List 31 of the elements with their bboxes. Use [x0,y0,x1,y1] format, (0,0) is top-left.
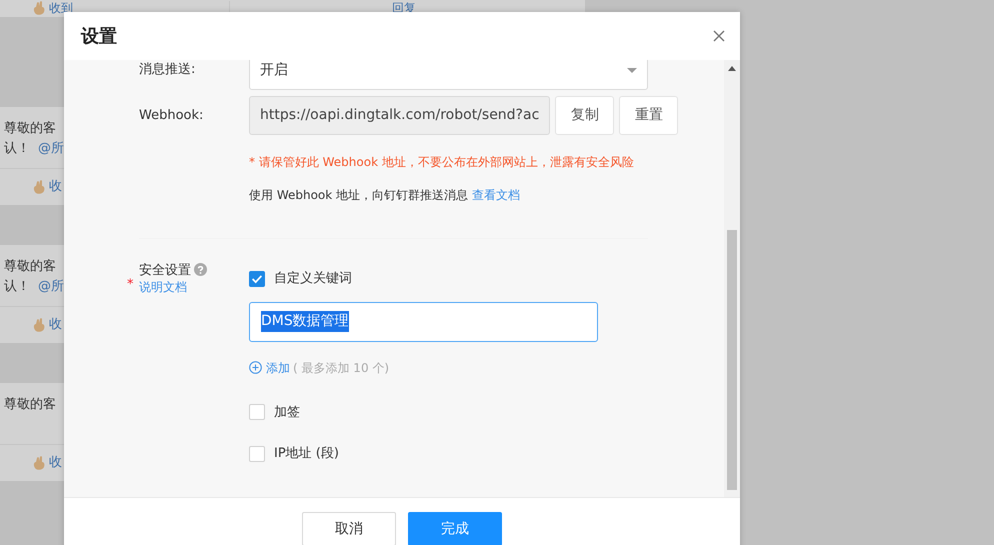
webhook-field[interactable]: https://oapi.dingtalk.com/robot/send?ac [249,96,550,135]
field-label: 安全设置 [139,263,191,278]
reaction-label[interactable]: 收 [49,453,62,473]
select-field[interactable]: 开启 [249,60,648,90]
confirm-button[interactable]: 完成 [408,512,502,545]
message-text: 认！ [4,279,30,294]
hint-text: 使用 Webhook 地址，向钉钉群推送消息 [249,188,468,202]
action-button[interactable]: 复制 [555,96,614,135]
doc-link[interactable]: 说明文档 [139,280,249,292]
checkbox-label: 加签 [274,404,300,422]
add-link[interactable]: 添加 [249,358,290,376]
message-text: 认！ [4,141,30,156]
dialog-title: 设置 [81,24,117,48]
action-button[interactable]: 重置 [619,96,678,135]
message-text: 尊敬的客 [4,397,56,412]
cancel-button[interactable]: 取消 [302,512,396,545]
message-text: 尊敬的客 [4,121,56,136]
limit-note: ( 最多添加 10 个) [293,360,390,376]
reaction-label[interactable]: 收 [49,177,62,197]
keyword-field[interactable]: DMS数据管理 [249,302,598,342]
reaction-label[interactable]: 收 [49,315,62,335]
checkbox-label: 自定义关键词 [274,270,352,288]
warning-text: * 请保管好此 Webhook 地址，不要公布在外部网站上，泄露有安全风险 [249,154,635,171]
field-label: 消息推送: [139,62,196,77]
mention-link[interactable]: @所 [38,141,64,156]
checkbox-label: IP地址 (段) [274,445,339,463]
mention-link[interactable]: @所 [38,279,64,294]
required-mark: * [127,276,134,294]
message-text: 尊敬的客 [4,259,56,274]
doc-link[interactable]: 查看文档 [472,188,520,202]
field-label: Webhook: [139,108,204,123]
